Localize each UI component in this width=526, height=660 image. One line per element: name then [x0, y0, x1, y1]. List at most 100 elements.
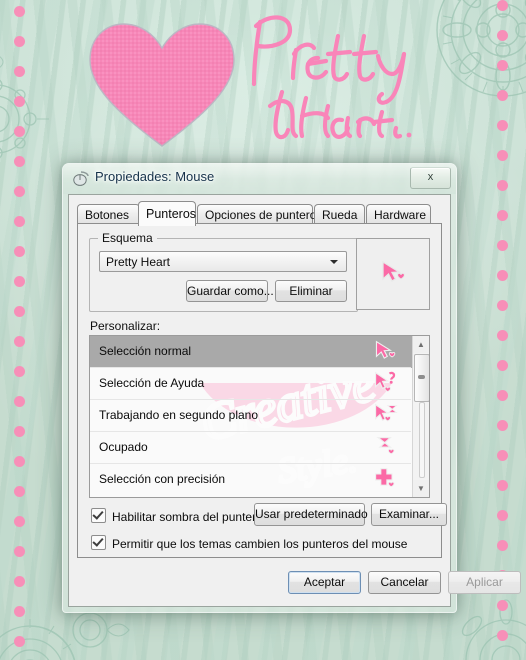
border-dot: [14, 66, 25, 77]
chevron-down-icon: [330, 260, 338, 264]
list-item-label: Selección normal: [99, 344, 192, 358]
border-dot: [14, 426, 25, 437]
cursor-list-item-seleccion-de-ayuda[interactable]: Selección de Ayuda: [90, 368, 429, 400]
list-item-label: Trabajando en segundo plano: [99, 408, 259, 422]
tab-strip: Botones Punteros Opciones de puntero Rue…: [77, 201, 442, 226]
pointer-shadow-checkbox-row[interactable]: Habilitar sombra del puntero: [91, 508, 263, 524]
scrollbar-thumb[interactable]: [414, 354, 429, 402]
cursor-preview-box: [356, 238, 430, 310]
border-dot: [14, 246, 25, 257]
delete-button[interactable]: Eliminar: [275, 280, 347, 302]
themes-change-pointers-label: Permitir que los temas cambien los punte…: [112, 537, 408, 551]
border-dot: [497, 270, 508, 281]
scroll-up-arrow-icon[interactable]: ▲: [413, 336, 429, 353]
use-default-button[interactable]: Usar predeterminado: [254, 503, 368, 526]
mouse-properties-dialog: Propiedades: Mouse x Botones Punteros Op…: [62, 163, 521, 613]
pink-heart-graphic: [89, 23, 235, 147]
themes-change-pointers-checkbox[interactable]: [91, 535, 106, 550]
border-dot: [14, 606, 25, 617]
tab-punteros[interactable]: Punteros: [138, 201, 196, 226]
border-dot: [497, 0, 508, 11]
border-dot: [497, 630, 508, 641]
themes-change-pointers-checkbox-row[interactable]: Permitir que los temas cambien los punte…: [91, 535, 407, 551]
border-dot: [14, 516, 25, 527]
border-dot: [14, 96, 25, 107]
cursor-list-scrollbar[interactable]: ▲ ▼: [412, 336, 429, 497]
apply-button[interactable]: Aplicar: [448, 571, 521, 594]
border-dot: [14, 216, 25, 227]
arrow-heart-cursor-icon: [382, 260, 405, 282]
save-as-button[interactable]: Guardar como...: [186, 280, 274, 302]
border-dot: [14, 276, 25, 287]
mouse-icon: [73, 171, 89, 186]
scheme-groupbox-label: Esquema: [98, 231, 157, 245]
border-dot: [497, 90, 508, 101]
list-item-label: Selección de Ayuda: [99, 376, 205, 390]
border-dot: [14, 546, 25, 557]
border-dot: [497, 510, 508, 521]
border-dot: [14, 396, 25, 407]
border-dot: [497, 180, 508, 191]
scheme-groupbox: Esquema Pretty Heart Guardar como... Eli…: [89, 231, 358, 312]
pointer-shadow-checkbox[interactable]: [91, 508, 106, 523]
border-dot: [497, 390, 508, 401]
tab-opciones-de-puntero[interactable]: Opciones de puntero: [197, 204, 316, 224]
customize-label: Personalizar:: [90, 319, 161, 333]
border-dot: [497, 420, 508, 431]
wallpaper-script-title: [251, 15, 412, 140]
border-dot: [14, 36, 25, 47]
border-dot: [14, 6, 25, 17]
border-dot: [497, 600, 508, 611]
cursor-list-item-seleccion-con-precision[interactable]: Selección con precisión: [90, 464, 429, 496]
border-dot: [14, 486, 25, 497]
border-dot: [497, 210, 508, 221]
tab-hardware[interactable]: Hardware: [366, 204, 431, 224]
border-dot: [497, 60, 508, 71]
border-dot: [497, 540, 508, 551]
dot-border-right: [497, 0, 511, 660]
border-dot: [497, 360, 508, 371]
border-dot: [497, 120, 508, 131]
arrow-heart-cursor-icon: [375, 340, 396, 359]
border-dot: [14, 366, 25, 377]
hourglass-busy-cursor-icon: [376, 436, 395, 455]
tab-botones[interactable]: Botones: [77, 204, 140, 224]
close-button[interactable]: x: [410, 167, 451, 189]
arrow-help-cursor-icon: [375, 371, 396, 393]
scheme-combobox-value: Pretty Heart: [106, 255, 171, 269]
crosshair-precision-cursor-icon: [375, 468, 395, 488]
dot-border-left: [14, 0, 28, 660]
tab-rueda[interactable]: Rueda: [314, 204, 365, 224]
border-dot: [497, 240, 508, 251]
border-dot: [497, 30, 508, 41]
list-item-label: Ocupado: [99, 440, 148, 454]
browse-button[interactable]: Examinar...: [371, 503, 447, 526]
dialog-titlebar[interactable]: Propiedades: Mouse x: [63, 164, 456, 194]
pointer-shadow-label: Habilitar sombra del puntero: [112, 510, 263, 524]
cursor-list[interactable]: Creative Style. Selección normal Selecci…: [89, 335, 430, 498]
arrow-working-cursor-icon: [375, 403, 398, 422]
tab-page-punteros: Esquema Pretty Heart Guardar como... Eli…: [77, 223, 447, 558]
border-dot: [14, 456, 25, 467]
border-dot: [497, 150, 508, 161]
border-dot: [14, 576, 25, 587]
border-dot: [497, 300, 508, 311]
cursor-list-item-trabajando-en-segundo-plano[interactable]: Trabajando en segundo plano: [90, 400, 429, 432]
border-dot: [14, 636, 25, 647]
border-dot: [14, 336, 25, 347]
scroll-down-arrow-icon[interactable]: ▼: [413, 480, 429, 497]
border-dot: [14, 126, 25, 137]
border-dot: [497, 480, 508, 491]
border-dot: [14, 186, 25, 197]
scheme-combobox[interactable]: Pretty Heart: [99, 251, 347, 272]
border-dot: [497, 330, 508, 341]
ok-button[interactable]: Aceptar: [288, 571, 361, 594]
scrollbar-track[interactable]: [419, 402, 425, 478]
cursor-list-item-ocupado[interactable]: Ocupado: [90, 432, 429, 464]
border-dot: [14, 156, 25, 167]
cursor-list-item-seleccion-normal[interactable]: Selección normal: [90, 336, 429, 368]
dialog-client-area: Botones Punteros Opciones de puntero Rue…: [68, 194, 521, 607]
border-dot: [14, 306, 25, 317]
border-dot: [497, 450, 508, 461]
cancel-button[interactable]: Cancelar: [368, 571, 441, 594]
